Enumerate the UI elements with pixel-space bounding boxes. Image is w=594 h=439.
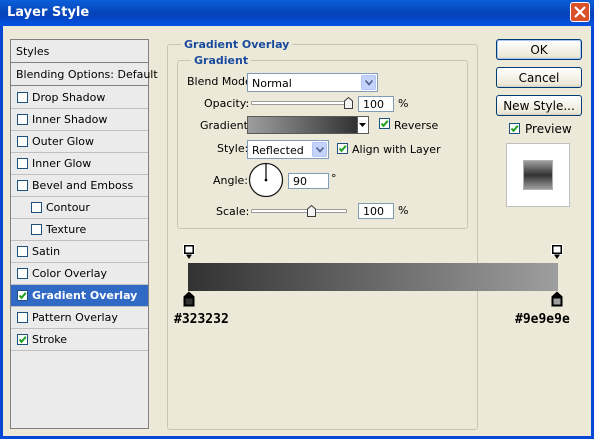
outer-glow-checkbox[interactable]: [17, 136, 28, 147]
gradient-overlay-checkbox[interactable]: [17, 290, 28, 301]
checkmark-icon: [510, 125, 519, 133]
sidebar-item-texture[interactable]: Texture: [11, 219, 148, 241]
sidebar-item-gradient-overlay[interactable]: Gradient Overlay: [11, 285, 148, 307]
close-icon: [574, 6, 586, 18]
scale-input[interactable]: 100: [358, 203, 394, 219]
scale-unit: %: [398, 204, 409, 217]
panel-title: Gradient Overlay: [181, 38, 293, 51]
blend-mode-label: Blend Mode:: [187, 75, 256, 88]
reverse-label: Reverse: [394, 119, 439, 132]
sidebar-item-satin[interactable]: Satin: [11, 241, 148, 263]
opacity-input[interactable]: 100: [358, 96, 394, 112]
reverse-checkbox[interactable]: [379, 118, 390, 129]
contour-checkbox[interactable]: [31, 202, 42, 213]
chevron-down-icon: [316, 147, 324, 153]
preview-label: Preview: [525, 122, 572, 136]
styles-header[interactable]: Styles: [11, 40, 148, 63]
satin-checkbox[interactable]: [17, 246, 28, 257]
title-bar: Layer Style: [0, 0, 594, 26]
stroke-checkbox[interactable]: [17, 334, 28, 345]
color-stop-left[interactable]: [182, 291, 196, 307]
blending-options-item[interactable]: Blending Options: Default: [11, 63, 158, 86]
preview-checkbox[interactable]: [509, 123, 520, 134]
opacity-unit: %: [398, 97, 409, 110]
checkmark-icon: [18, 336, 27, 344]
sidebar-item-inner-shadow[interactable]: Inner Shadow: [11, 109, 148, 131]
end-color-label: #9e9e9e: [515, 312, 570, 327]
gradient-preview-bar: [188, 263, 558, 291]
bevel-emboss-checkbox[interactable]: [17, 180, 28, 191]
angle-dial[interactable]: [248, 162, 284, 198]
pattern-overlay-checkbox[interactable]: [17, 312, 28, 323]
chevron-down-icon: [365, 80, 373, 86]
scale-slider-thumb[interactable]: [307, 205, 316, 217]
inner-shadow-checkbox[interactable]: [17, 114, 28, 125]
cancel-button[interactable]: Cancel: [496, 67, 582, 88]
sidebar-item-color-overlay[interactable]: Color Overlay: [11, 263, 148, 285]
align-with-layer-label: Align with Layer: [352, 143, 441, 156]
sidebar-item-inner-glow[interactable]: Inner Glow: [11, 153, 148, 175]
close-button[interactable]: [570, 2, 590, 22]
style-dropdown-button[interactable]: [312, 142, 327, 157]
inner-glow-checkbox[interactable]: [17, 158, 28, 169]
start-color-label: #323232: [174, 312, 229, 327]
preview-swatch: [523, 160, 553, 190]
drop-shadow-checkbox[interactable]: [17, 92, 28, 103]
new-style-button[interactable]: New Style...: [496, 95, 582, 116]
scale-slider-track[interactable]: [251, 209, 347, 213]
sidebar-item-contour[interactable]: Contour: [11, 197, 148, 219]
opacity-slider-track[interactable]: [251, 101, 351, 105]
gradient-picker-button[interactable]: [358, 116, 369, 134]
scale-label: Scale:: [216, 205, 250, 218]
preview-thumbnail: [506, 143, 570, 207]
blend-mode-select[interactable]: Normal: [247, 73, 378, 92]
chevron-down-icon: [359, 123, 366, 127]
gradient-label: Gradient:: [200, 119, 252, 132]
checkmark-icon: [380, 120, 389, 128]
style-select[interactable]: Reflected: [247, 140, 329, 159]
angle-input[interactable]: 90: [288, 173, 329, 189]
checkmark-icon: [338, 145, 347, 153]
gradient-swatch[interactable]: [247, 116, 358, 134]
texture-checkbox[interactable]: [31, 224, 42, 235]
opacity-stop-right[interactable]: [550, 244, 564, 260]
color-stop-right[interactable]: [550, 291, 564, 307]
ok-button[interactable]: OK: [496, 39, 582, 60]
sidebar-item-drop-shadow[interactable]: Drop Shadow: [11, 87, 148, 109]
sidebar-item-bevel-emboss[interactable]: Bevel and Emboss: [11, 175, 148, 197]
angle-unit: °: [331, 172, 337, 185]
window-title: Layer Style: [7, 5, 90, 20]
opacity-stop-left[interactable]: [182, 244, 196, 260]
checkmark-icon: [18, 292, 27, 300]
angle-label: Angle:: [213, 174, 249, 187]
sidebar-item-outer-glow[interactable]: Outer Glow: [11, 131, 148, 153]
styles-list: Styles Blending Options: Default Drop Sh…: [10, 39, 158, 429]
align-with-layer-checkbox[interactable]: [337, 143, 348, 154]
sidebar-item-stroke[interactable]: Stroke: [11, 329, 148, 351]
opacity-slider-thumb[interactable]: [344, 97, 353, 109]
style-label: Style:: [217, 142, 249, 155]
group-title: Gradient: [191, 54, 252, 67]
blend-mode-dropdown-button[interactable]: [361, 75, 376, 90]
opacity-label: Opacity:: [204, 97, 250, 110]
sidebar-item-pattern-overlay[interactable]: Pattern Overlay: [11, 307, 148, 329]
color-overlay-checkbox[interactable]: [17, 268, 28, 279]
